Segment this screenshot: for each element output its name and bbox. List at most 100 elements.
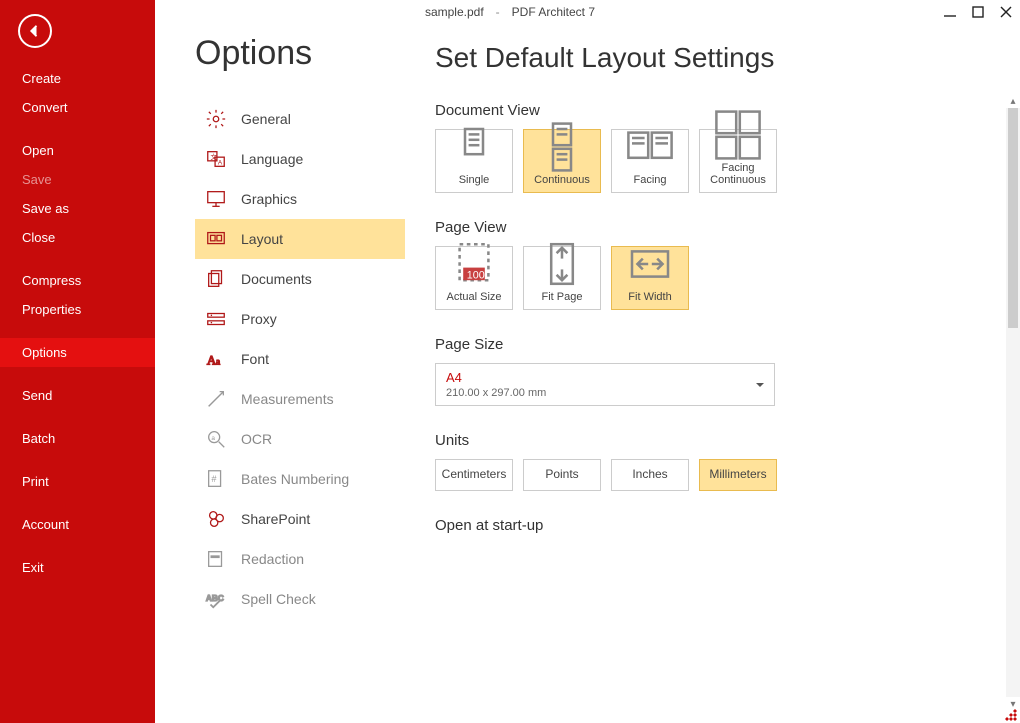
continuous-icon bbox=[526, 120, 598, 174]
tile-label: Fit Width bbox=[628, 291, 671, 303]
sidebar-item-saveas[interactable]: Save as bbox=[0, 194, 155, 223]
documents-icon bbox=[205, 268, 227, 290]
page-view-title: Page View bbox=[435, 219, 990, 236]
options-nav-proxy[interactable]: Proxy bbox=[195, 299, 405, 339]
spellcheck-icon: ABC bbox=[205, 588, 227, 610]
resize-grip[interactable] bbox=[1003, 707, 1017, 721]
sidebar-item-print[interactable]: Print bbox=[0, 467, 155, 496]
options-nav-graphics[interactable]: Graphics bbox=[195, 179, 405, 219]
window-controls bbox=[942, 4, 1014, 20]
sidebar-item-properties[interactable]: Properties bbox=[0, 295, 155, 324]
page-size-title: Page Size bbox=[435, 336, 990, 353]
panel-scrollbar[interactable]: ▴ ▾ bbox=[1006, 94, 1020, 711]
svg-text:a: a bbox=[211, 435, 215, 442]
options-nav-documents[interactable]: Documents bbox=[195, 259, 405, 299]
sidebar-item-exit[interactable]: Exit bbox=[0, 553, 155, 582]
minimize-button[interactable] bbox=[942, 4, 958, 20]
page-title: Options bbox=[195, 34, 405, 73]
page-view-actual[interactable]: 100Actual Size bbox=[435, 246, 513, 310]
units-in[interactable]: Inches bbox=[611, 459, 689, 491]
tile-label: Facing bbox=[633, 174, 666, 186]
options-nav-label: Spell Check bbox=[241, 591, 316, 607]
page-size-select[interactable]: A4 210.00 x 297.00 mm bbox=[435, 363, 775, 406]
options-nav-label: Layout bbox=[241, 231, 283, 247]
layout-icon bbox=[205, 228, 227, 250]
page-view-fitpage[interactable]: Fit Page bbox=[523, 246, 601, 310]
scroll-up-arrow[interactable]: ▴ bbox=[1006, 94, 1020, 108]
options-nav-label: Language bbox=[241, 151, 303, 167]
options-nav-ocr[interactable]: aOCR bbox=[195, 419, 405, 459]
scroll-thumb[interactable] bbox=[1008, 108, 1018, 328]
fitpage-icon bbox=[526, 237, 598, 291]
scroll-track[interactable] bbox=[1006, 108, 1020, 697]
svg-text:A: A bbox=[218, 160, 223, 167]
sidebar-item-compress[interactable]: Compress bbox=[0, 266, 155, 295]
options-nav-label: Bates Numbering bbox=[241, 471, 349, 487]
options-nav-sharepoint[interactable]: SharePoint bbox=[195, 499, 405, 539]
units-pt[interactable]: Points bbox=[523, 459, 601, 491]
page-size-name: A4 bbox=[446, 370, 750, 385]
sidebar-item-send[interactable]: Send bbox=[0, 381, 155, 410]
ruler-icon bbox=[205, 388, 227, 410]
app-name: PDF Architect 7 bbox=[512, 5, 595, 19]
tile-label: Continuous bbox=[534, 174, 590, 186]
fitwidth-icon bbox=[614, 237, 686, 291]
page-size-dimensions: 210.00 x 297.00 mm bbox=[446, 387, 750, 399]
tile-label: Fit Page bbox=[542, 291, 583, 303]
options-nav-label: Documents bbox=[241, 271, 312, 287]
panel-title: Set Default Layout Settings bbox=[435, 42, 990, 74]
title-separator: - bbox=[496, 5, 500, 19]
proxy-icon bbox=[205, 308, 227, 330]
page-view-fitwidth[interactable]: Fit Width bbox=[611, 246, 689, 310]
options-nav-label: Graphics bbox=[241, 191, 297, 207]
svg-text:#: # bbox=[211, 474, 217, 484]
options-nav-label: Proxy bbox=[241, 311, 277, 327]
close-button[interactable] bbox=[998, 4, 1014, 20]
units-cm[interactable]: Centimeters bbox=[435, 459, 513, 491]
options-nav-layout[interactable]: Layout bbox=[195, 219, 405, 259]
sidebar-item-account[interactable]: Account bbox=[0, 510, 155, 539]
options-nav-redaction[interactable]: Redaction bbox=[195, 539, 405, 579]
options-nav-general[interactable]: General bbox=[195, 99, 405, 139]
language-icon: 文A bbox=[205, 148, 227, 170]
facing-icon bbox=[614, 120, 686, 174]
svg-text:a: a bbox=[216, 357, 220, 367]
options-nav-label: SharePoint bbox=[241, 511, 310, 527]
options-nav-label: General bbox=[241, 111, 291, 127]
options-nav: Options General 文A Language Graphics Layout D… bbox=[155, 24, 405, 723]
svg-text:ABC: ABC bbox=[206, 594, 224, 603]
options-nav-measurements[interactable]: Measurements bbox=[195, 379, 405, 419]
actual-icon: 100 bbox=[438, 237, 510, 291]
sharepoint-icon bbox=[205, 508, 227, 530]
maximize-button[interactable] bbox=[970, 4, 986, 20]
gear-icon bbox=[205, 108, 227, 130]
document-name: sample.pdf bbox=[425, 5, 484, 19]
options-nav-label: Font bbox=[241, 351, 269, 367]
options-panel: Set Default Layout Settings Document Vie… bbox=[405, 24, 1020, 723]
document-view-continuous[interactable]: Continuous bbox=[523, 129, 601, 193]
hash-icon: # bbox=[205, 468, 227, 490]
units-mm[interactable]: Millimeters bbox=[699, 459, 777, 491]
page-view-options: 100Actual Size Fit Page Fit Width bbox=[435, 246, 990, 310]
titlebar: sample.pdf - PDF Architect 7 bbox=[0, 0, 1020, 24]
sidebar-item-close[interactable]: Close bbox=[0, 223, 155, 252]
sidebar-item-create[interactable]: Create bbox=[0, 64, 155, 93]
options-nav-language[interactable]: 文A Language bbox=[195, 139, 405, 179]
options-nav-spellcheck[interactable]: ABC Spell Check bbox=[195, 579, 405, 619]
single-icon bbox=[438, 120, 510, 174]
options-nav-label: Redaction bbox=[241, 551, 304, 567]
search-icon: a bbox=[205, 428, 227, 450]
tile-label: Actual Size bbox=[446, 291, 501, 303]
sidebar-item-convert[interactable]: Convert bbox=[0, 93, 155, 122]
options-nav-font[interactable]: Aa Font bbox=[195, 339, 405, 379]
sidebar-item-options[interactable]: Options bbox=[0, 338, 155, 367]
sidebar-item-open[interactable]: Open bbox=[0, 136, 155, 165]
units-options: Centimeters Points Inches Millimeters bbox=[435, 459, 990, 491]
document-view-single[interactable]: Single bbox=[435, 129, 513, 193]
sidebar-item-batch[interactable]: Batch bbox=[0, 424, 155, 453]
document-view-facingcont[interactable]: Facing Continuous bbox=[699, 129, 777, 193]
monitor-icon bbox=[205, 188, 227, 210]
document-view-facing[interactable]: Facing bbox=[611, 129, 689, 193]
options-nav-bates[interactable]: # Bates Numbering bbox=[195, 459, 405, 499]
font-icon: Aa bbox=[205, 348, 227, 370]
